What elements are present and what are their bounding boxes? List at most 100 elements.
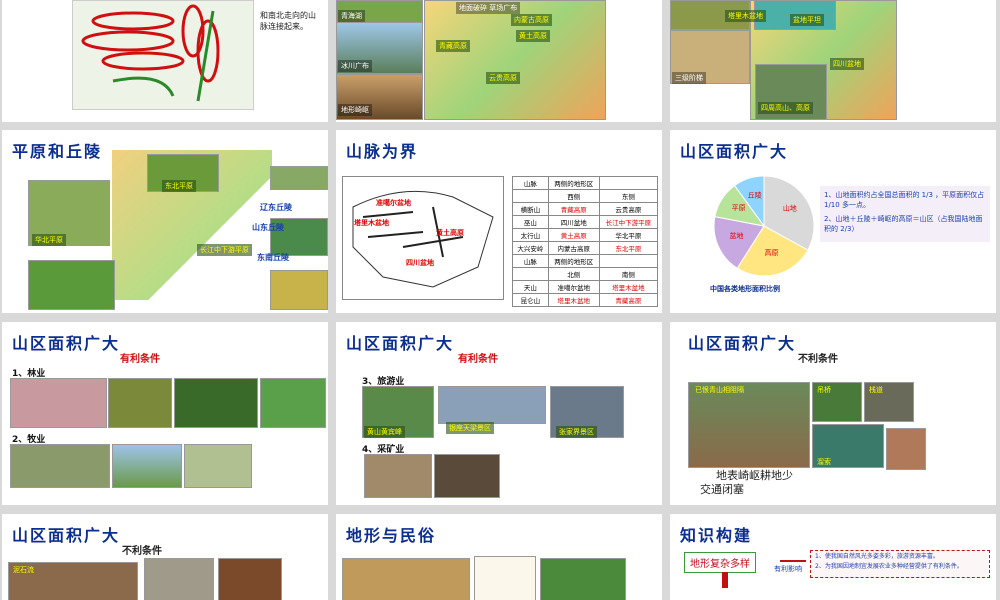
cap-grass: 地面破碎 草场广布 bbox=[456, 2, 521, 14]
table-row: 山脉 两侧的地形区 bbox=[512, 176, 659, 190]
table-cell: 巫山 bbox=[512, 215, 549, 229]
table-cell bbox=[512, 189, 549, 203]
cap-loess: 黄土高原 bbox=[516, 30, 550, 42]
table-cell: 塔里木盆地 bbox=[598, 280, 659, 294]
table-row: 大兴安岭 内蒙古高原 东北平原 bbox=[512, 241, 659, 255]
slide-title: 山区面积广大 bbox=[680, 142, 789, 161]
slide-8[interactable]: 山区面积广大 有利条件 3、旅游业 黄山黄宾峰 银座天梁景区 张家界景区 4、采… bbox=[336, 322, 662, 505]
slide-subtitle: 有利条件 bbox=[458, 354, 498, 365]
line-land: 地表崎岖耕地少 bbox=[716, 469, 793, 482]
table-cell: 东北平原 bbox=[598, 241, 659, 255]
outline-map: 塔里木盆地 准噶尔盆地 四川盆地 黄土高原 bbox=[342, 176, 504, 300]
table-row: 山脉 两侧的地形区 bbox=[512, 254, 659, 268]
photo-field2 bbox=[28, 260, 115, 310]
arrow-right bbox=[780, 560, 806, 562]
map-label-loess: 黄土高原 bbox=[436, 229, 464, 237]
cap-blocked: 已恨青山相阻隔 bbox=[695, 386, 744, 394]
photo-bridge bbox=[438, 386, 546, 424]
slide-7[interactable]: 山区面积广大 有利条件 1、林业 2、牧业 bbox=[2, 322, 328, 505]
table-cell bbox=[598, 176, 659, 190]
table-cell bbox=[598, 254, 659, 268]
table-cell: 青藏高原 bbox=[598, 293, 659, 307]
table-cell: 青藏高原 bbox=[547, 202, 600, 216]
point-1: 1、使我国自然风光多姿多彩，旅游资源丰富。 bbox=[815, 553, 939, 560]
arrow-up bbox=[722, 572, 728, 588]
slide-subtitle: 不利条件 bbox=[122, 546, 162, 557]
photo-tea-pick bbox=[174, 378, 258, 428]
photo-blossom bbox=[10, 378, 107, 428]
point-2: 2、为我国因地制宜发展农业多种经营提供了有利条件。 bbox=[815, 563, 963, 570]
photo-tea-field bbox=[260, 378, 326, 428]
table-row: 太行山 黄土高原 华北平原 bbox=[512, 228, 659, 242]
plain-yangtze: 长江中下游平原 bbox=[197, 244, 252, 256]
photo-chestnut bbox=[108, 378, 172, 428]
slide-3[interactable]: 四川盆地 塔里木盆地 三级阶梯 盆地平坦 四周高山、高原 bbox=[670, 0, 996, 122]
map-label-junggar: 准噶尔盆地 bbox=[376, 199, 411, 207]
table-cell: 山脉 bbox=[512, 176, 549, 190]
table-cell bbox=[512, 267, 549, 281]
slide-1[interactable]: 和南北走向的山脉连接起来。 bbox=[2, 0, 328, 122]
slide-5[interactable]: 山脉为界 塔里木盆地 准噶尔盆地 四川盆地 黄土高原 山脉 两侧的地形区 西侧 东侧横… bbox=[336, 130, 662, 313]
table-cell: 四川盆地 bbox=[547, 215, 600, 229]
slide-subtitle: 不利条件 bbox=[798, 354, 838, 365]
table-cell: 云贵高原 bbox=[598, 202, 659, 216]
slide-4[interactable]: 平原和丘陵 辽东丘陵 山东丘陵 东南丘陵 东北平原 华北平原 长江中下游平原 bbox=[2, 130, 328, 313]
slide-subtitle: 有利条件 bbox=[120, 354, 160, 365]
table-row: 巫山 四川盆地 长江中下游平原 bbox=[512, 215, 659, 229]
concept-box: 地形复杂多样 bbox=[684, 552, 756, 573]
pie-label-0: 山地 bbox=[783, 204, 797, 213]
table-cell: 两侧的地形区 bbox=[547, 254, 600, 268]
slide-11[interactable]: 地形与民俗 bbox=[336, 514, 662, 600]
slide-title: 平原和丘陵 bbox=[12, 142, 103, 161]
table-row: 横断山 青藏高原 云贵高原 bbox=[512, 202, 659, 216]
pie-label-4: 丘陵 bbox=[748, 190, 762, 199]
slide-10[interactable]: 山区面积广大 不利条件 泥石流 bbox=[2, 514, 328, 600]
slide-9[interactable]: 山区面积广大 不利条件 已恨青山相阻隔 吊桥 栈道 溜索 地表崎岖耕地少 交通闭… bbox=[670, 322, 996, 505]
photo-herd bbox=[10, 444, 110, 488]
cap-lake: 青海湖 bbox=[338, 10, 365, 22]
cap-qingzang: 青藏高原 bbox=[436, 40, 470, 52]
table-row: 北侧 南侧 bbox=[512, 267, 659, 281]
slide-title: 山区面积广大 bbox=[688, 334, 797, 353]
slide-2[interactable]: 内蒙古高原 黄土高原 云贵高原 青藏高原 地面破碎 草场广布 青海湖 冰川广布 … bbox=[336, 0, 662, 122]
table-cell: 黄土高原 bbox=[547, 228, 600, 242]
photo-mine2 bbox=[434, 454, 500, 498]
poem-scroll bbox=[474, 556, 536, 600]
table-cell: 昆仑山 bbox=[512, 293, 549, 307]
table-cell: 塔里木盆地 bbox=[547, 293, 600, 307]
pie-label-3: 平原 bbox=[732, 204, 746, 212]
table-cell: 太行山 bbox=[512, 228, 549, 242]
table-cell: 北侧 bbox=[547, 267, 600, 281]
terrain-pie: 山地高原 盆地 平原丘陵 bbox=[713, 175, 815, 277]
table-cell: 内蒙古高原 bbox=[547, 241, 600, 255]
pie-caption: 中国各类地形面积比例 bbox=[710, 285, 780, 293]
table-cell: 长江中下游平原 bbox=[598, 215, 659, 229]
cap-plateau-nm: 内蒙古高原 bbox=[511, 14, 552, 26]
hill-shandong: 山东丘陵 bbox=[252, 223, 284, 232]
photo-road bbox=[540, 558, 626, 600]
slide-6[interactable]: 山区面积广大 山地 高原 盆地 平原 丘陵 中国各类地形面积比例 1、山地面积约占全国总… bbox=[670, 130, 996, 313]
table-cell: 大兴安岭 bbox=[512, 241, 549, 255]
mountains-table: 山脉 两侧的地形区 西侧 东侧 横断山 青藏高原 云贵高原 巫山 四川盆地 长江中下游平原 太行山黄… bbox=[512, 176, 659, 307]
photo-snowmtn bbox=[112, 444, 182, 488]
cap-glacier: 冰川广布 bbox=[338, 60, 372, 72]
photo-drought bbox=[144, 558, 214, 600]
cap-around: 四周高山、高原 bbox=[758, 102, 813, 114]
photo-mine1 bbox=[364, 454, 432, 498]
cap-tarim: 塔里木盆地 bbox=[725, 10, 766, 22]
note-2: 2、山地＋丘陵＋崎岖的高原＝山区（占我国陆地面积的 2/3） bbox=[824, 215, 983, 233]
table-cell: 东侧 bbox=[598, 189, 659, 203]
slide-title: 地形与民俗 bbox=[346, 526, 437, 545]
table-cell: 两侧的地形区 bbox=[547, 176, 600, 190]
photo-fire bbox=[218, 558, 282, 600]
slide-title: 山区面积广大 bbox=[12, 526, 121, 545]
cap-sichuan: 四川盆地 bbox=[830, 58, 864, 70]
cap-flat: 盆地平坦 bbox=[790, 14, 824, 26]
slide-12[interactable]: 知识构建 地形复杂多样 有利影响 1、使我国自然风光多姿多彩，旅游资源丰富。 2… bbox=[670, 514, 996, 600]
table-cell: 华北平原 bbox=[598, 228, 659, 242]
plain-north: 华北平原 bbox=[32, 234, 66, 246]
pie-label-1: 高原 bbox=[764, 248, 778, 257]
table-cell: 横断山 bbox=[512, 202, 549, 216]
notes-box: 1、山地面积约占全国总面积的 1/3 ，平原面积仅占 1/10 多一点。 2、山… bbox=[820, 186, 990, 242]
photo-cave-dwelling bbox=[342, 558, 470, 600]
